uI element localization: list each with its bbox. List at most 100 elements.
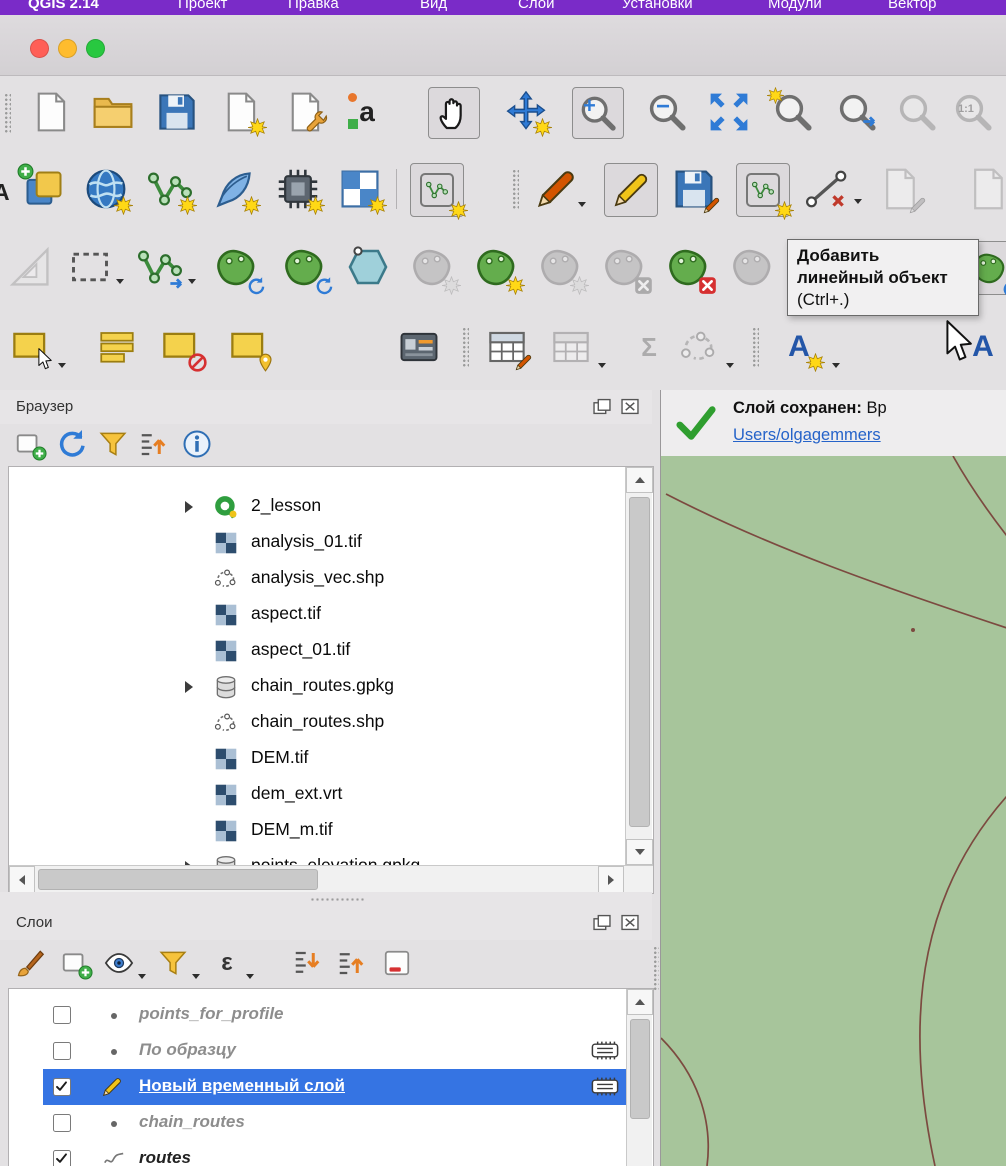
save-project-icon[interactable] <box>156 91 198 133</box>
move-feature-icon[interactable] <box>138 245 182 289</box>
browser-horizontal-scrollbar[interactable] <box>9 865 653 893</box>
new-layout-icon[interactable] <box>220 91 262 133</box>
close-panel-button[interactable] <box>620 914 640 931</box>
attribute-table-icon[interactable] <box>486 326 528 368</box>
tree-item[interactable]: aspect_01.tif <box>9 633 621 669</box>
dropdown-caret-icon[interactable] <box>116 279 124 284</box>
dropdown-caret-icon[interactable] <box>598 363 606 368</box>
panel-splitter[interactable] <box>0 892 652 906</box>
delete-ring-icon[interactable] <box>600 243 648 291</box>
dropdown-caret-icon[interactable] <box>854 199 862 204</box>
add-selected-layers-icon[interactable] <box>14 429 44 459</box>
scroll-down-button[interactable] <box>626 839 653 865</box>
tree-item[interactable]: aspect.tif <box>9 597 621 633</box>
message-link[interactable]: Users/olgagemmers <box>733 426 881 445</box>
dropdown-caret-icon[interactable] <box>578 202 586 207</box>
layer-checkbox[interactable] <box>53 1042 71 1060</box>
memory-layer-indicator-icon[interactable] <box>591 1076 619 1097</box>
menu-view[interactable]: Вид <box>420 0 447 15</box>
toolbar-handle[interactable] <box>752 327 759 367</box>
scroll-up-button[interactable] <box>627 989 653 1015</box>
float-panel-button[interactable] <box>592 914 612 931</box>
layers-vertical-scrollbar[interactable] <box>626 989 653 1166</box>
filter-legend-icon[interactable] <box>158 948 188 978</box>
collapse-all-icon[interactable] <box>336 948 366 978</box>
filter-browser-icon[interactable] <box>98 429 128 459</box>
scrollbar-thumb[interactable] <box>38 869 318 890</box>
save-layer-edits-icon[interactable] <box>672 167 716 211</box>
toolbar-handle[interactable] <box>4 93 11 133</box>
new-virtual-layer-icon[interactable] <box>338 167 382 211</box>
toolbar-handle[interactable] <box>512 169 519 209</box>
open-project-icon[interactable] <box>92 91 134 133</box>
measure-icon[interactable] <box>8 245 52 289</box>
layer-row[interactable]: chain_routes <box>9 1105 624 1141</box>
offset-curve-icon[interactable] <box>344 243 392 291</box>
rotate-feature-icon[interactable] <box>212 243 260 291</box>
reshape-icon[interactable] <box>728 243 776 291</box>
toggle-editing-icon[interactable] <box>604 163 658 217</box>
float-panel-button[interactable] <box>592 398 612 415</box>
attribute-table-dock-icon[interactable] <box>550 326 592 368</box>
scroll-left-button[interactable] <box>9 866 35 893</box>
add-line-feature-icon[interactable] <box>736 163 790 217</box>
zoom-full-icon[interactable] <box>708 91 750 133</box>
clipped-right-icon[interactable] <box>966 167 1006 211</box>
zoom-out-icon[interactable]: − <box>646 91 688 133</box>
copy-feature-icon[interactable] <box>280 243 328 291</box>
close-panel-button[interactable] <box>620 398 640 415</box>
statistics-icon[interactable]: Σ <box>628 326 670 368</box>
select-features-icon[interactable] <box>10 326 52 368</box>
memory-layer-indicator-icon[interactable] <box>591 1040 619 1061</box>
zoom-native-icon[interactable]: 1:1 <box>952 91 994 133</box>
form-view-icon[interactable] <box>398 326 440 368</box>
new-project-icon[interactable] <box>30 91 72 133</box>
dropdown-caret-icon[interactable] <box>188 279 196 284</box>
dropdown-caret-icon[interactable] <box>138 974 146 979</box>
scrollbar-thumb[interactable] <box>630 1019 650 1119</box>
add-ring-icon[interactable] <box>472 243 520 291</box>
zoom-in-icon[interactable]: + <box>572 87 624 139</box>
scroll-right-button[interactable] <box>598 866 624 893</box>
select-by-value-icon[interactable] <box>96 326 138 368</box>
dropdown-caret-icon[interactable] <box>832 363 840 368</box>
scrollbar-thumb[interactable] <box>629 497 650 827</box>
geometry-check-icon[interactable] <box>678 326 720 368</box>
layer-row[interactable]: По образцу <box>9 1033 624 1069</box>
menu-plugins[interactable]: Модули <box>768 0 822 15</box>
dropdown-caret-icon[interactable] <box>246 974 254 979</box>
layer-checkbox[interactable] <box>53 1114 71 1132</box>
add-group-icon[interactable] <box>60 948 90 978</box>
label-icon[interactable]: A <box>778 326 820 368</box>
project-toolbox-icon[interactable] <box>284 91 326 133</box>
tree-item[interactable]: chain_routes.shp <box>9 705 621 741</box>
pan-map-icon[interactable] <box>428 87 480 139</box>
layer-row-selected[interactable]: Новый временный слой <box>9 1069 626 1105</box>
deselect-icon[interactable] <box>160 326 202 368</box>
zoom-window-button[interactable] <box>86 39 105 58</box>
menubar-app-name[interactable]: QGIS 2.14 <box>28 0 99 15</box>
menu-vector[interactable]: Вектор <box>888 0 936 15</box>
collapse-all-icon[interactable] <box>138 429 168 459</box>
remove-layer-icon[interactable] <box>382 948 412 978</box>
modify-attributes-icon[interactable] <box>878 167 922 211</box>
tree-item[interactable]: DEM_m.tif <box>9 813 621 849</box>
pan-to-selection-icon[interactable] <box>505 91 547 133</box>
style-manager-icon[interactable]: a <box>346 91 388 133</box>
expand-arrow-icon[interactable] <box>185 681 193 693</box>
layer-row[interactable]: routes <box>9 1141 624 1166</box>
properties-icon[interactable] <box>182 429 212 459</box>
browser-vertical-scrollbar[interactable] <box>625 467 653 865</box>
dropdown-caret-icon[interactable] <box>192 974 200 979</box>
layer-checkbox[interactable] <box>53 1006 71 1024</box>
tree-item[interactable]: dem_ext.vrt <box>9 777 621 813</box>
manage-themes-icon[interactable] <box>104 948 134 978</box>
close-window-button[interactable] <box>30 39 49 58</box>
select-by-rect-icon[interactable] <box>68 245 112 289</box>
zoom-last-icon[interactable] <box>836 91 878 133</box>
layer-checkbox[interactable] <box>53 1150 71 1166</box>
new-spatialite-layer-icon[interactable] <box>212 167 256 211</box>
map-canvas[interactable] <box>661 456 1006 1166</box>
filter-expression-icon[interactable]: ε <box>212 948 242 978</box>
current-edits-icon[interactable] <box>534 167 586 211</box>
